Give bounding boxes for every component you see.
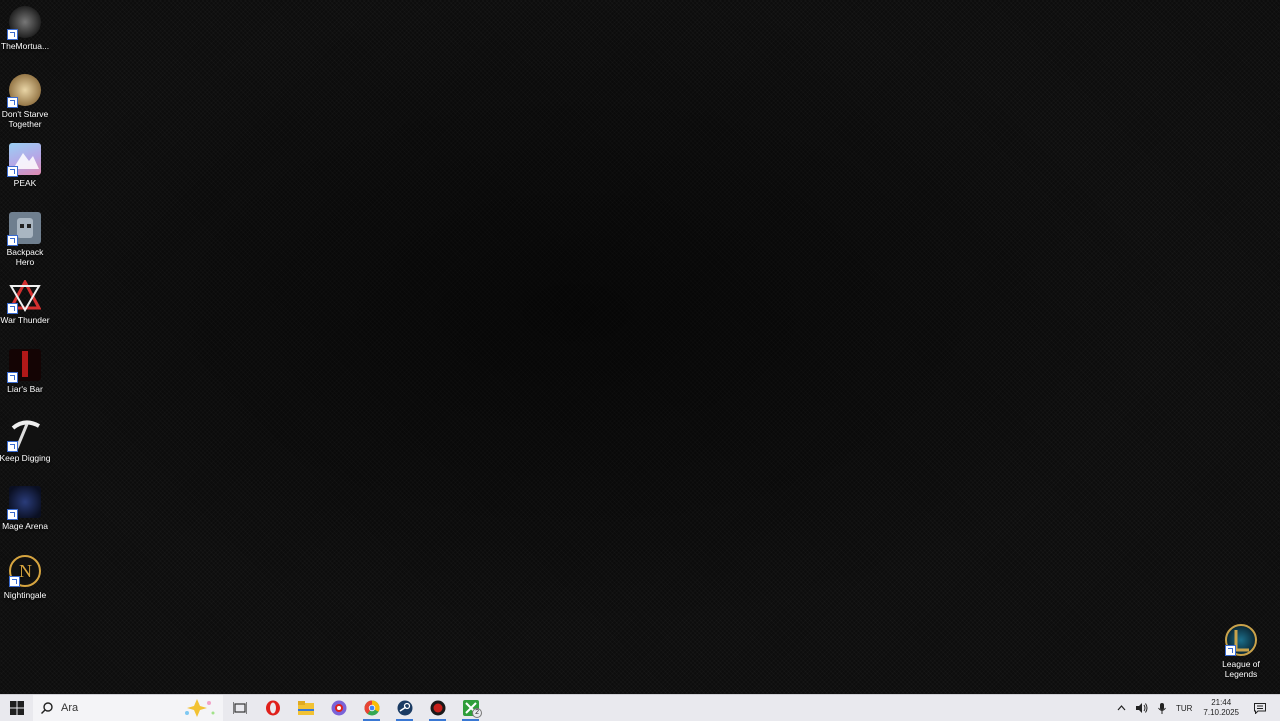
desktop-icon-dont-starve-together[interactable]: Don't Starve Together (0, 74, 50, 129)
start-button[interactable] (0, 695, 33, 721)
desktop-background: TheMortua... Don't Starve Together PEAK … (0, 0, 1280, 694)
taskbar-file-explorer[interactable] (289, 695, 322, 721)
desktop-icon-label: Keep Digging (0, 453, 51, 463)
system-tray: TUR 21:44 7.10.2025 (1112, 695, 1280, 721)
search-icon (41, 702, 53, 714)
desktop-icon-keep-digging[interactable]: Keep Digging (0, 418, 51, 463)
chevron-up-icon (1117, 705, 1126, 711)
desktop-icon-peak[interactable]: PEAK (0, 143, 50, 188)
taskbar-opera[interactable] (256, 695, 289, 721)
clock[interactable]: 21:44 7.10.2025 (1203, 698, 1239, 718)
nightingale-icon: N (9, 555, 41, 587)
taskbar-app-purple[interactable] (322, 695, 355, 721)
liars-bar-icon (7, 349, 41, 383)
opera-icon (265, 700, 280, 716)
notifications-button[interactable] (1254, 702, 1266, 714)
search-placeholder: Ara (61, 702, 79, 714)
desktop-icon-label: TheMortua... (0, 41, 50, 51)
task-view-button[interactable] (223, 695, 256, 721)
war-thunder-icon (7, 280, 41, 314)
speaker-icon (1135, 703, 1148, 713)
search-box[interactable]: Ara (33, 695, 223, 721)
mage-arena-icon (7, 486, 41, 520)
desktop-icon-label: League of Legends (1222, 659, 1260, 679)
desktop-icon-label: Nightingale (3, 590, 47, 600)
desktop-icon-mage-arena[interactable]: Mage Arena (0, 486, 50, 531)
desktop-icon-league-of-legends[interactable]: League of Legends (1216, 624, 1266, 679)
volume-button[interactable] (1135, 703, 1148, 713)
desktop-icon-label: PEAK (13, 178, 37, 188)
notification-icon (1254, 702, 1266, 714)
steam-icon (397, 700, 412, 716)
microphone-icon (1158, 702, 1166, 714)
backpack-hero-icon (7, 212, 41, 246)
league-of-legends-icon (1225, 624, 1257, 656)
svg-text:N: N (19, 561, 32, 581)
microphone-button[interactable] (1158, 702, 1166, 714)
clock-time: 21:44 (1211, 698, 1232, 707)
taskbar-chrome[interactable] (355, 695, 388, 721)
desktop-icon-label: Backpack Hero (6, 247, 44, 267)
desktop-icon-war-thunder[interactable]: War Thunder (0, 280, 50, 325)
desktop-icon-label: War Thunder (0, 315, 50, 325)
mortuary-icon (7, 6, 41, 40)
peak-icon (7, 143, 41, 177)
language-indicator[interactable]: TUR (1176, 704, 1192, 713)
desktop-icon-label: Mage Arena (2, 521, 48, 531)
search-highlight-sparkle-icon (185, 699, 215, 717)
clock-date: 7.10.2025 (1203, 708, 1239, 717)
discord-like-icon (331, 700, 346, 716)
taskbar-steam[interactable] (388, 695, 421, 721)
windows-logo-icon (9, 701, 24, 715)
desktop-icon-liars-bar[interactable]: Liar's Bar (0, 349, 50, 394)
desktop-icon-backpack-hero[interactable]: Backpack Hero (0, 212, 50, 267)
keep-digging-icon (7, 418, 41, 452)
desktop-icon-nightingale[interactable]: N Nightingale (0, 555, 50, 600)
taskbar-xbox[interactable]: 2 (454, 695, 487, 721)
taskbar-red-app[interactable] (421, 695, 454, 721)
taskbar: Ara 2 TUR 21:44 7.10.2025 (0, 694, 1280, 721)
desktop-icon-label: Don't Starve Together (1, 109, 49, 129)
task-view-icon (232, 702, 247, 714)
xbox-badge: 2 (472, 708, 482, 718)
red-app-icon (430, 700, 445, 716)
dont-starve-icon (7, 74, 41, 108)
show-hidden-icons-button[interactable] (1117, 705, 1126, 711)
desktop-icon-the-mortuary[interactable]: TheMortua... (0, 6, 50, 51)
desktop-icon-label: Liar's Bar (7, 384, 43, 394)
chrome-icon (364, 700, 379, 716)
file-explorer-icon (297, 701, 314, 715)
